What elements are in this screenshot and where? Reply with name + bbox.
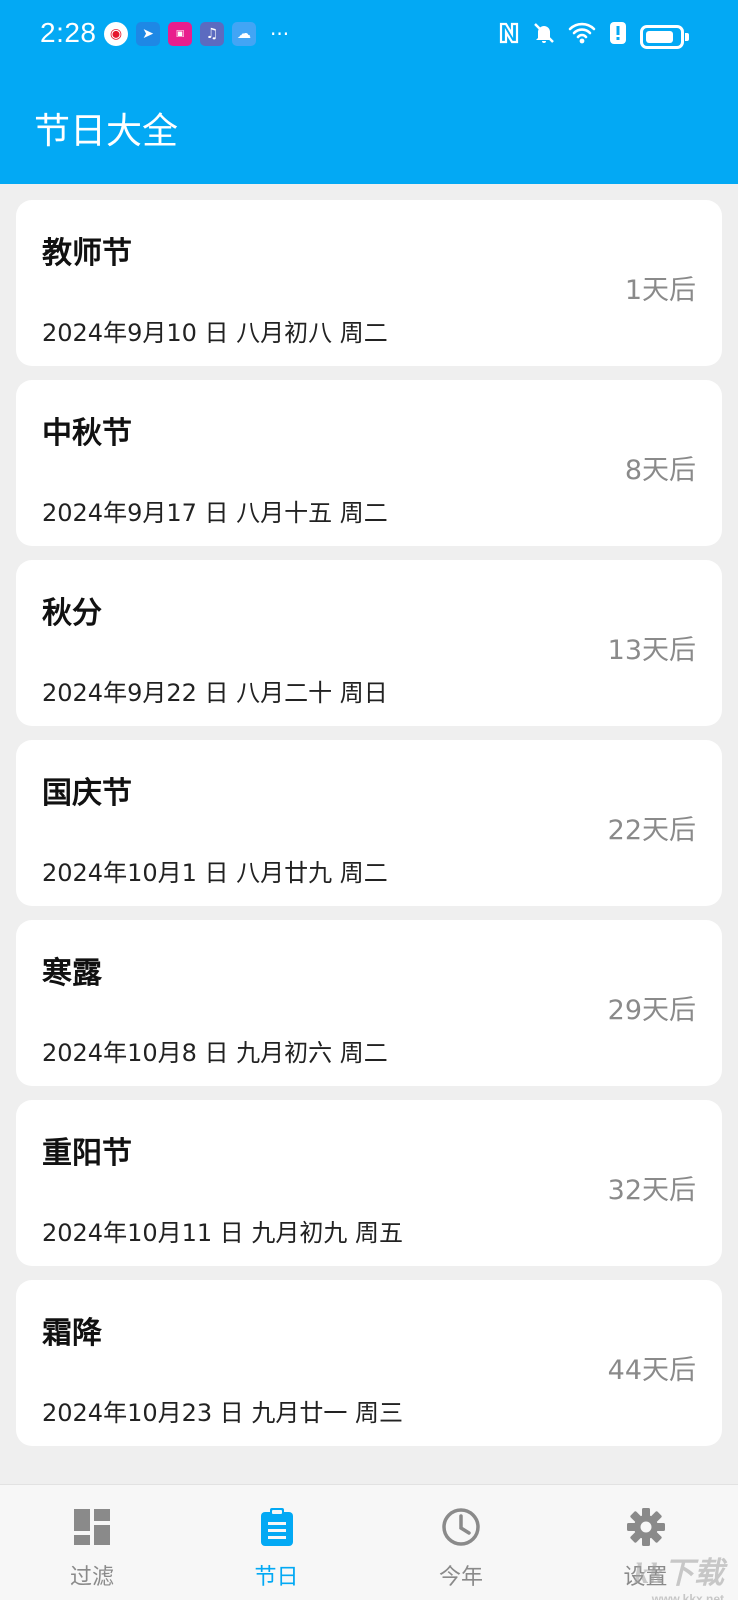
app-header: 2:28 ◉ ➤ ▣ ♫ ☁ ··· 节日大全 [0,0,738,184]
festival-date: 2024年9月22 日 八月二十 周日 [42,679,388,707]
festival-countdown: 8天后 [624,455,696,486]
system-icons [498,20,689,54]
festival-countdown: 29天后 [607,995,696,1026]
festival-name: 教师节 [42,236,132,271]
watermark-logo: kk下载 www.kkx.net [634,1557,724,1600]
festival-card[interactable]: 秋分 2024年9月22 日 八月二十 周日 13天后 [16,560,722,726]
notification-icons: ◉ ➤ ▣ ♫ ☁ ··· [104,22,289,46]
battery-icon [640,25,689,49]
festival-name: 重阳节 [42,1136,132,1171]
festival-countdown: 13天后 [607,635,696,666]
dashboard-icon [72,1507,112,1547]
nfc-icon [498,21,520,53]
festival-card[interactable]: 教师节 2024年9月10 日 八月初八 周二 1天后 [16,200,722,366]
wifi-icon [568,21,596,53]
music-app-icon: ♫ [200,22,224,46]
nav-label: 过滤 [69,1565,114,1590]
nav-tab-1[interactable]: 节日 [185,1485,369,1600]
festival-date: 2024年10月23 日 九月廿一 周三 [42,1399,404,1427]
festival-name: 国庆节 [42,776,132,811]
festival-countdown: 1天后 [624,275,696,306]
more-notifications-icon: ··· [270,22,290,46]
page-title: 节日大全 [34,111,179,152]
festival-date: 2024年9月10 日 八月初八 周二 [42,319,388,347]
bottom-navigation: 过滤 节日 今年 设置 [0,1484,738,1600]
festival-card[interactable]: 重阳节 2024年10月11 日 九月初九 周五 32天后 [16,1100,722,1266]
festival-countdown: 32天后 [607,1175,696,1206]
festival-name: 中秋节 [42,416,132,451]
gear-icon [626,1507,666,1547]
alert-icon [608,20,628,54]
bolt-app-icon: ➤ [136,22,160,46]
battery-level [646,31,674,43]
clock-icon [441,1507,481,1547]
festival-card[interactable]: 中秋节 2024年9月17 日 八月十五 周二 8天后 [16,380,722,546]
festival-name: 霜降 [42,1316,102,1351]
tv-app-icon: ▣ [168,22,192,46]
nav-tab-2[interactable]: 今年 [369,1485,553,1600]
nav-label: 节日 [254,1565,299,1590]
festival-date: 2024年10月11 日 九月初九 周五 [42,1219,404,1247]
festival-date: 2024年9月17 日 八月十五 周二 [42,499,388,527]
festival-countdown: 44天后 [607,1355,696,1386]
festival-countdown: 22天后 [607,815,696,846]
status-bar: 2:28 ◉ ➤ ▣ ♫ ☁ ··· [0,0,738,72]
nav-tab-0[interactable]: 过滤 [0,1485,184,1600]
bell-muted-icon [532,21,556,53]
clipboard-list-icon [257,1507,297,1547]
festival-name: 秋分 [42,596,102,631]
festival-card[interactable]: 国庆节 2024年10月1 日 八月廿九 周二 22天后 [16,740,722,906]
festival-name: 寒露 [42,956,102,991]
status-time: 2:28 [40,17,97,48]
festival-date: 2024年10月8 日 九月初六 周二 [42,1039,388,1067]
weibo-icon: ◉ [104,22,128,46]
nav-label: 今年 [438,1565,483,1590]
festival-card[interactable]: 霜降 2024年10月23 日 九月廿一 周三 44天后 [16,1280,722,1446]
festival-card[interactable]: 寒露 2024年10月8 日 九月初六 周二 29天后 [16,920,722,1086]
festival-date: 2024年10月1 日 八月廿九 周二 [42,859,388,887]
weather-cloud-icon: ☁ [232,22,256,46]
